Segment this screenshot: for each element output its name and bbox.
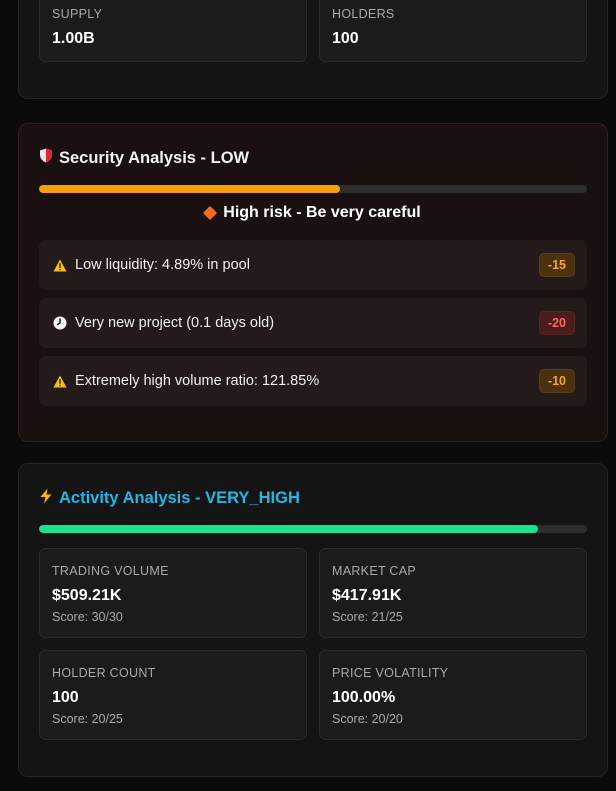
activity-title: Activity Analysis - VERY_HIGH bbox=[39, 488, 300, 509]
supply-label: SUPPLY bbox=[52, 7, 103, 21]
risk-item: Very new project (0.1 days old) -20 bbox=[39, 298, 587, 348]
holders-label: HOLDERS bbox=[332, 7, 395, 21]
metric-score: Score: 21/25 bbox=[332, 610, 403, 624]
security-title-text: Security Analysis - LOW bbox=[59, 148, 250, 167]
metric-label: PRICE VOLATILITY bbox=[332, 666, 449, 680]
security-progress-bar bbox=[39, 185, 587, 193]
orange-diamond-icon bbox=[203, 205, 218, 221]
risk-score-badge: -15 bbox=[538, 253, 575, 277]
risk-message-text: High risk - Be very careful bbox=[223, 204, 421, 221]
activity-analysis-card: Activity Analysis - VERY_HIGH TRADING VO… bbox=[18, 463, 608, 777]
risk-item-text: Low liquidity: 4.89% in pool bbox=[75, 257, 250, 273]
supply-value: 1.00B bbox=[52, 30, 95, 47]
metric-label: HOLDER COUNT bbox=[52, 666, 156, 680]
metric-value: 100.00% bbox=[332, 689, 396, 706]
holders-value: 100 bbox=[332, 30, 359, 47]
clock-icon bbox=[53, 316, 67, 330]
metric-score: Score: 20/20 bbox=[332, 712, 403, 726]
metric-card-price-volatility: PRICE VOLATILITY 100.00% Score: 20/20 bbox=[319, 650, 587, 740]
shield-icon bbox=[39, 148, 53, 168]
risk-message: High risk - Be very careful bbox=[19, 204, 607, 222]
risk-item: Extremely high volume ratio: 121.85% -10 bbox=[39, 356, 587, 406]
risk-item-text: Extremely high volume ratio: 121.85% bbox=[75, 373, 320, 389]
metric-score: Score: 20/25 bbox=[52, 712, 123, 726]
lightning-icon bbox=[39, 488, 53, 509]
activity-title-text: Activity Analysis - VERY_HIGH bbox=[59, 489, 300, 507]
activity-progress-bar bbox=[39, 525, 587, 533]
metric-value: 100 bbox=[52, 689, 79, 706]
metric-label: TRADING VOLUME bbox=[52, 564, 169, 578]
metric-score: Score: 30/30 bbox=[52, 610, 123, 624]
metric-value: $417.91K bbox=[332, 587, 402, 604]
metric-label: MARKET CAP bbox=[332, 564, 417, 578]
metric-value: $509.21K bbox=[52, 587, 122, 604]
risk-score-badge: -10 bbox=[538, 369, 575, 393]
metric-card-market-cap: MARKET CAP $417.91K Score: 21/25 bbox=[319, 548, 587, 638]
risk-item: Low liquidity: 4.89% in pool -15 bbox=[39, 240, 587, 290]
activity-progress-fill bbox=[39, 525, 538, 533]
supply-stat: SUPPLY 1.00B bbox=[39, 0, 307, 62]
metric-card-holder-count: HOLDER COUNT 100 Score: 20/25 bbox=[39, 650, 307, 740]
warning-icon bbox=[53, 258, 67, 272]
risk-score-badge: -20 bbox=[538, 311, 575, 335]
token-stats-card: SUPPLY 1.00B HOLDERS 100 bbox=[18, 0, 608, 99]
security-progress-fill bbox=[39, 185, 341, 193]
warning-icon bbox=[53, 374, 67, 388]
holders-stat: HOLDERS 100 bbox=[319, 0, 587, 62]
security-analysis-card: Security Analysis - LOW High risk - Be v… bbox=[18, 123, 608, 442]
security-title: Security Analysis - LOW bbox=[39, 148, 249, 168]
metric-card-trading-volume: TRADING VOLUME $509.21K Score: 30/30 bbox=[39, 548, 307, 638]
risk-item-text: Very new project (0.1 days old) bbox=[75, 315, 275, 331]
